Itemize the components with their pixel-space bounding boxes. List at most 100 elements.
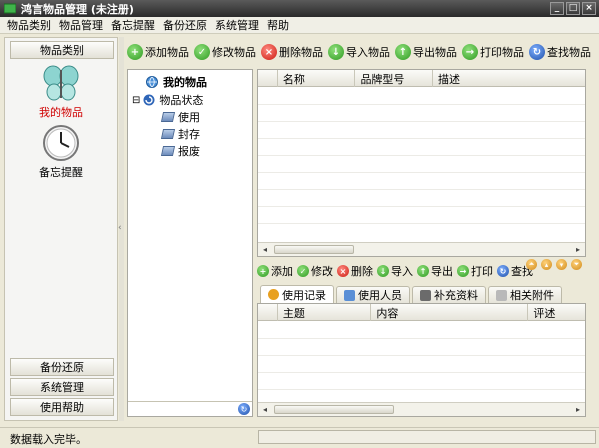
- tab-label: 使用记录: [282, 288, 326, 302]
- tab-usage-records[interactable]: 使用记录: [260, 285, 334, 303]
- export-record-button[interactable]: ↑ 导出: [417, 263, 453, 279]
- scroll-left-icon[interactable]: ◂: [259, 404, 271, 415]
- button-label: 打印: [471, 265, 493, 278]
- left-nav-panel: 物品类别 我的物品 备忘提醒 备份还原 系统管理 使用帮助: [4, 37, 118, 421]
- button-label: 打印物品: [480, 46, 524, 59]
- import-icon: ↓: [377, 265, 389, 277]
- horizontal-scrollbar[interactable]: ◂ ▸: [258, 402, 585, 416]
- import-record-button[interactable]: ↓ 导入: [377, 263, 413, 279]
- print-item-button[interactable]: → 打印物品: [462, 44, 524, 60]
- close-button[interactable]: ×: [582, 2, 596, 15]
- button-label: 删除: [351, 265, 373, 278]
- button-label: 修改: [311, 265, 333, 278]
- tree-node-scrapped[interactable]: 报废: [160, 143, 200, 159]
- nav-item-label: 我的物品: [39, 106, 83, 119]
- tab-users[interactable]: 使用人员: [336, 286, 410, 303]
- export-icon: ↑: [417, 265, 429, 277]
- menu-item-help[interactable]: 帮助: [263, 17, 293, 33]
- items-table[interactable]: 名称 品牌型号 描述 ◂ ▸: [257, 69, 586, 257]
- app-icon: [4, 3, 16, 14]
- column-header-content[interactable]: 内容: [371, 304, 529, 321]
- menu-item-backup[interactable]: 备份还原: [159, 17, 211, 33]
- category-header-button[interactable]: 物品类别: [10, 41, 114, 59]
- minimize-button[interactable]: _: [550, 2, 564, 15]
- scrollbar-thumb[interactable]: [274, 405, 394, 414]
- menu-item-system[interactable]: 系统管理: [211, 17, 263, 33]
- tab-attachments[interactable]: 相关附件: [488, 286, 562, 303]
- column-header-description[interactable]: 描述: [433, 70, 585, 87]
- delete-icon: ×: [261, 44, 277, 60]
- column-header-comment[interactable]: 评述: [528, 304, 585, 321]
- maximize-button[interactable]: □: [566, 2, 580, 15]
- scroll-right-icon[interactable]: ▸: [572, 244, 584, 255]
- import-item-button[interactable]: ↓ 导入物品: [328, 44, 390, 60]
- people-icon: [344, 289, 355, 301]
- edit-item-button[interactable]: ✓ 修改物品: [194, 44, 256, 60]
- prev-record-icon[interactable]: ▴: [541, 259, 552, 270]
- find-item-button[interactable]: ↻ 查找物品: [529, 44, 591, 60]
- menu-item-reminder[interactable]: 备忘提醒: [107, 17, 159, 33]
- detail-tabs: 使用记录 使用人员 补充资料 相关附件: [260, 285, 564, 304]
- export-icon: ↑: [395, 44, 411, 60]
- tree-node-label: 报废: [178, 145, 200, 158]
- folder-icon: [160, 146, 176, 156]
- status-text: 数据载入完毕。: [10, 433, 87, 446]
- button-label: 导出物品: [413, 46, 457, 59]
- search-icon: ↻: [529, 44, 545, 60]
- tree-node-label: 使用: [178, 111, 200, 124]
- add-record-button[interactable]: + 添加: [257, 263, 293, 279]
- column-header-model[interactable]: 品牌型号: [355, 70, 433, 87]
- tree-node-label: 我的物品: [163, 76, 207, 89]
- menu-item-manage[interactable]: 物品管理: [55, 17, 107, 33]
- tree-search-input[interactable]: ↻: [128, 401, 252, 416]
- scrollbar-thumb[interactable]: [274, 245, 354, 254]
- panel-splitter[interactable]: ‹: [118, 37, 124, 421]
- category-tree[interactable]: 我的物品 ⊟ 物品状态 使用 封存 报废: [127, 69, 253, 417]
- last-record-icon[interactable]: ⏷: [571, 259, 582, 270]
- menu-bar: 物品类别 物品管理 备忘提醒 备份还原 系统管理 帮助: [0, 17, 599, 34]
- globe-icon: [146, 76, 158, 88]
- button-label: 导入: [391, 265, 413, 278]
- tree-node-label: 封存: [178, 128, 200, 141]
- edit-record-button[interactable]: ✓ 修改: [297, 263, 333, 279]
- column-header-subject[interactable]: 主题: [278, 304, 372, 321]
- nav-item-my-items[interactable]: 我的物品: [5, 64, 117, 120]
- record-icon: [268, 289, 279, 300]
- horizontal-scrollbar[interactable]: ◂ ▸: [258, 242, 585, 256]
- search-icon[interactable]: ↻: [238, 403, 250, 415]
- tab-extra-info[interactable]: 补充资料: [412, 286, 486, 303]
- button-label: 修改物品: [212, 46, 256, 59]
- column-header-name[interactable]: 名称: [278, 70, 356, 87]
- records-table[interactable]: 主题 内容 评述 ◂ ▸: [257, 303, 586, 417]
- help-button[interactable]: 使用帮助: [10, 398, 114, 416]
- main-toolbar: + 添加物品 ✓ 修改物品 × 删除物品 ↓ 导入物品 ↑ 导出物品 → 打印物品 ↻ 查找物…: [127, 41, 597, 63]
- delete-record-button[interactable]: × 删除: [337, 263, 373, 279]
- button-label: 导入物品: [346, 46, 390, 59]
- check-icon: ✓: [194, 44, 210, 60]
- delete-item-button[interactable]: × 删除物品: [261, 44, 323, 60]
- system-manage-button[interactable]: 系统管理: [10, 378, 114, 396]
- first-record-icon[interactable]: ⏶: [526, 259, 537, 270]
- tree-node-in-use[interactable]: 使用: [160, 109, 200, 125]
- tree-node-label: 物品状态: [159, 94, 204, 107]
- add-item-button[interactable]: + 添加物品: [127, 44, 189, 60]
- tree-node-my-items[interactable]: 我的物品: [146, 74, 207, 90]
- search-icon: ↻: [497, 265, 509, 277]
- status-pane: [258, 430, 596, 444]
- backup-restore-button[interactable]: 备份还原: [10, 358, 114, 376]
- tree-node-status[interactable]: ⊟ 物品状态: [132, 92, 203, 108]
- menu-item-category[interactable]: 物品类别: [3, 17, 55, 33]
- butterfly-icon: [43, 65, 79, 101]
- folder-icon: [160, 129, 176, 139]
- print-record-button[interactable]: → 打印: [457, 263, 493, 279]
- tree-node-sealed[interactable]: 封存: [160, 126, 200, 142]
- button-label: 删除物品: [279, 46, 323, 59]
- row-indicator-header: [258, 304, 278, 321]
- scroll-right-icon[interactable]: ▸: [572, 404, 584, 415]
- collapse-icon[interactable]: ⊟: [132, 95, 140, 106]
- scroll-left-icon[interactable]: ◂: [259, 244, 271, 255]
- nav-item-reminder[interactable]: 备忘提醒: [5, 124, 117, 180]
- next-record-icon[interactable]: ▾: [556, 259, 567, 270]
- export-item-button[interactable]: ↑ 导出物品: [395, 44, 457, 60]
- collapse-arrow-icon[interactable]: ‹: [118, 223, 122, 233]
